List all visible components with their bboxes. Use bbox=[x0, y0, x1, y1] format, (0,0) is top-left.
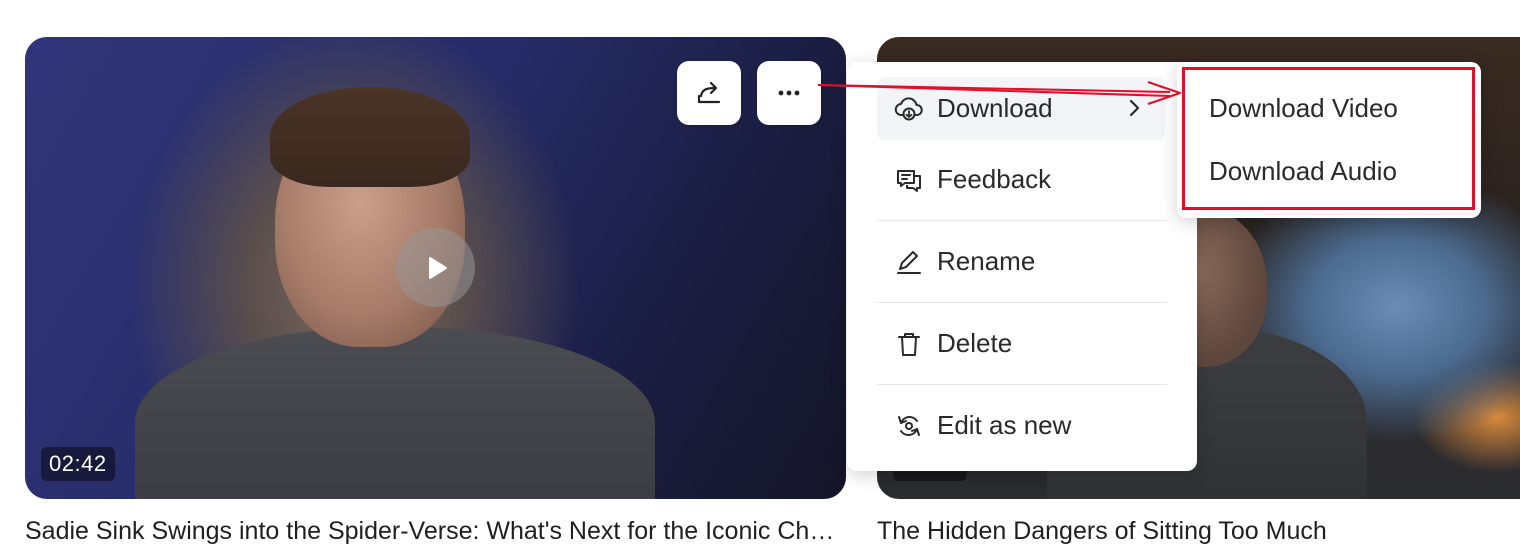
thumbnail-person-body bbox=[135, 327, 655, 499]
more-horizontal-icon bbox=[778, 90, 800, 96]
menu-item-delete[interactable]: Delete bbox=[877, 312, 1167, 375]
menu-item-label: Download bbox=[937, 93, 1053, 123]
menu-item-download[interactable]: Download bbox=[877, 77, 1165, 140]
cloud-download-icon bbox=[893, 93, 925, 125]
menu-divider bbox=[877, 220, 1167, 221]
video-title[interactable]: Sadie Sink Swings into the Spider-Verse:… bbox=[25, 517, 835, 546]
menu-item-feedback[interactable]: Feedback bbox=[877, 148, 1167, 211]
video-thumbnail[interactable]: 02:42 bbox=[25, 37, 846, 499]
share-icon bbox=[697, 81, 721, 104]
feedback-icon bbox=[893, 164, 925, 196]
menu-item-label: Rename bbox=[937, 246, 1036, 276]
menu-item-label: Delete bbox=[937, 328, 1013, 358]
share-button[interactable] bbox=[677, 61, 741, 125]
play-button[interactable] bbox=[396, 228, 475, 307]
menu-divider bbox=[877, 384, 1167, 385]
thumbnail-person-hair bbox=[270, 87, 470, 187]
video-library-page: 02:42 Sadie Sink Swings into the Spider-… bbox=[0, 0, 1520, 558]
menu-item-label: Edit as new bbox=[937, 410, 1072, 440]
duration-badge: 02:42 bbox=[41, 447, 115, 481]
trash-icon bbox=[893, 328, 925, 360]
play-icon bbox=[428, 256, 447, 279]
video-card: 02:42 Sadie Sink Swings into the Spider-… bbox=[25, 37, 846, 546]
menu-item-label: Feedback bbox=[937, 164, 1052, 194]
more-options-button[interactable] bbox=[757, 61, 821, 125]
annotation-highlight-box bbox=[1182, 67, 1475, 210]
context-menu: Download Feedback Rename Delete Edit as … bbox=[847, 62, 1197, 471]
pencil-icon bbox=[893, 246, 925, 278]
menu-divider bbox=[877, 302, 1167, 303]
menu-item-edit-as-new[interactable]: Edit as new bbox=[877, 394, 1167, 457]
menu-item-rename[interactable]: Rename bbox=[877, 230, 1167, 293]
edit-as-new-icon bbox=[893, 410, 925, 442]
video-title[interactable]: The Hidden Dangers of Sitting Too Much bbox=[877, 517, 1520, 546]
chevron-right-icon bbox=[1129, 99, 1140, 117]
